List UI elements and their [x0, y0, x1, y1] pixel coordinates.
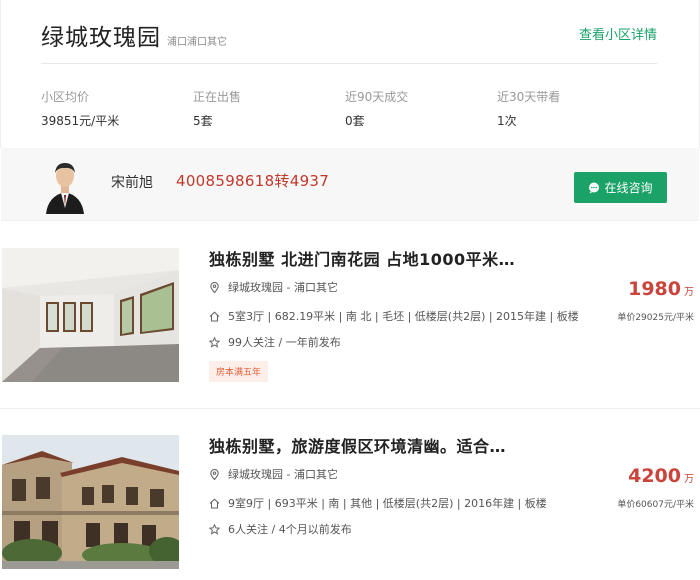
community-name[interactable]: 绿城玫瑰园 — [41, 18, 161, 52]
stat-label: 近90天成交 — [345, 90, 409, 104]
listing-specs-text: 9室9厅 | 693平米 | 南 | 其他 | 低楼层(共2层) | 2016年… — [228, 497, 547, 510]
total-price-unit: 万 — [684, 287, 694, 298]
listing-follow-text: 99人关注 / 一年前发布 — [228, 336, 341, 349]
community-detail-link[interactable]: 查看小区详情 — [579, 24, 657, 43]
listing-location[interactable]: 绿城玫瑰园 - 浦口其它 — [209, 279, 338, 295]
total-price-value: 4200 — [628, 465, 681, 487]
listing-location[interactable]: 绿城玫瑰园 - 浦口其它 — [209, 466, 338, 482]
total-price-value: 1980 — [628, 278, 681, 300]
star-icon — [209, 336, 220, 348]
unit-price: 单价60607元/平米 — [617, 500, 694, 510]
stat-value: 1次 — [497, 114, 517, 128]
stat-visits-30d: 近30天带看 1次 — [497, 88, 649, 129]
chat-bubble-icon — [589, 182, 600, 193]
stat-value: 0套 — [345, 114, 365, 128]
total-price-unit: 万 — [684, 474, 694, 485]
listing-follow-text: 6人关注 / 4个月以前发布 — [228, 523, 352, 536]
listing-title[interactable]: 独栋别墅 北进门南花园 占地1000平米… — [209, 246, 515, 270]
stat-deals-90d: 近90天成交 0套 — [345, 88, 497, 129]
location-pin-icon — [210, 468, 219, 480]
house-icon — [209, 310, 220, 322]
stat-label: 正在出售 — [193, 90, 242, 104]
community-header: 绿城玫瑰园 浦口浦口其它 查看小区详情 小区均价 39851元/平米 正在出售 … — [0, 0, 700, 148]
location-pin-icon — [210, 281, 219, 293]
listing-follow: 99人关注 / 一年前发布 — [209, 334, 341, 350]
listing-photo-interior[interactable] — [2, 248, 179, 382]
listing-price: 4200 万 单价60607元/平米 — [617, 465, 694, 510]
star-icon — [209, 523, 220, 535]
listing-specs: 9室9厅 | 693平米 | 南 | 其他 | 低楼层(共2层) | 2016年… — [209, 495, 547, 511]
agent-phone[interactable]: 4008598618转4937 — [176, 170, 329, 191]
community-title-row: 绿城玫瑰园 浦口浦口其它 — [41, 18, 227, 52]
listing-title[interactable]: 独栋别墅，旅游度假区环境清幽。适合… — [209, 433, 506, 457]
agent-avatar[interactable] — [42, 156, 88, 214]
listing-price: 1980 万 单价29025元/平米 — [617, 278, 694, 323]
listing-item[interactable]: 独栋别墅，旅游度假区环境清幽。适合… 绿城玫瑰园 - 浦口其它 9室9厅 | 6… — [0, 409, 700, 569]
house-icon — [209, 497, 220, 509]
total-price: 1980 万 — [617, 278, 694, 300]
listing-specs-text: 5室3厅 | 682.19平米 | 南 北 | 毛坯 | 低楼层(共2层) | … — [228, 310, 579, 323]
stat-label: 近30天带看 — [497, 90, 561, 104]
community-location: 浦口浦口其它 — [167, 37, 227, 48]
total-price: 4200 万 — [617, 465, 694, 487]
listing-specs: 5室3厅 | 682.19平米 | 南 北 | 毛坯 | 低楼层(共2层) | … — [209, 308, 579, 324]
listing-location-text: 绿城玫瑰园 - 浦口其它 — [228, 468, 338, 481]
listing-follow: 6人关注 / 4个月以前发布 — [209, 521, 352, 537]
online-consult-label: 在线咨询 — [604, 181, 653, 195]
stat-avg-price: 小区均价 39851元/平米 — [41, 88, 193, 129]
listing-tag: 房本满五年 — [209, 361, 269, 382]
stat-value: 5套 — [193, 114, 213, 128]
header-divider — [41, 63, 657, 64]
community-stats: 小区均价 39851元/平米 正在出售 5套 近90天成交 0套 近30天带看 … — [41, 88, 661, 129]
unit-price: 单价29025元/平米 — [617, 313, 694, 323]
stat-label: 小区均价 — [41, 90, 90, 104]
agent-bar: 宋前旭 4008598618转4937 在线咨询 — [1, 148, 699, 221]
listing-location-text: 绿城玫瑰园 - 浦口其它 — [228, 281, 338, 294]
stat-value: 39851元/平米 — [41, 114, 120, 128]
stat-on-sale: 正在出售 5套 — [193, 88, 345, 129]
listing-item[interactable]: 独栋别墅 北进门南花园 占地1000平米… 绿城玫瑰园 - 浦口其它 5室3厅 … — [0, 222, 700, 382]
agent-name: 宋前旭 — [111, 175, 153, 191]
online-consult-button[interactable]: 在线咨询 — [574, 172, 667, 203]
listing-photo-exterior[interactable] — [2, 435, 179, 569]
